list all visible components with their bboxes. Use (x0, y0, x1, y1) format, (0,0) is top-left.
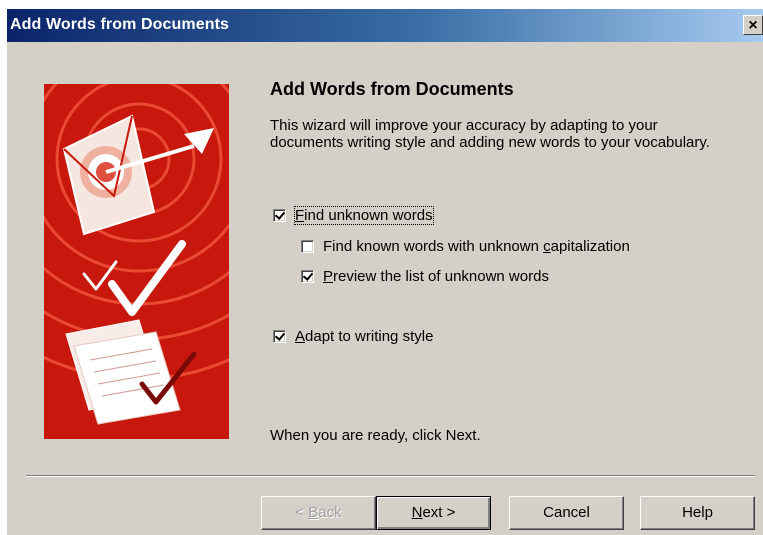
help-button[interactable]: Help (640, 496, 755, 530)
checkbox-label: Find known words with unknown capitaliza… (323, 238, 630, 255)
cancel-button[interactable]: Cancel (509, 496, 624, 530)
page-heading: Add Words from Documents (270, 79, 514, 99)
ready-instruction: When you are ready, click Next. (270, 427, 481, 444)
checkbox-box[interactable] (301, 270, 314, 283)
checkbox-label: Adapt to writing style (295, 328, 434, 345)
intro-text: This wizard will improve your accuracy b… (270, 117, 710, 151)
add-words-dialog: Add Words from Documents × Add Words fro… (7, 9, 763, 535)
back-button[interactable]: < Back (261, 496, 376, 530)
adapt-writing-style-checkbox[interactable]: Adapt to writing style (273, 328, 433, 345)
checkbox-box[interactable] (273, 330, 286, 343)
title-bar[interactable]: Add Words from Documents × (7, 9, 763, 42)
close-button[interactable]: × (743, 15, 763, 35)
next-button[interactable]: Next > (376, 496, 491, 530)
wizard-illustration (44, 84, 229, 439)
preview-unknown-words-checkbox[interactable]: Preview the list of unknown words (301, 268, 549, 285)
window-title: Add Words from Documents (10, 16, 230, 33)
checkbox-label: Find unknown words (294, 206, 434, 225)
checkbox-box[interactable] (273, 209, 286, 222)
button-separator (26, 475, 755, 477)
checkbox-box[interactable] (301, 240, 314, 253)
checkbox-label: Preview the list of unknown words (323, 268, 549, 285)
find-unknown-words-checkbox[interactable]: Find unknown words (273, 206, 434, 225)
find-known-words-capitalization-checkbox[interactable]: Find known words with unknown capitaliza… (301, 238, 630, 255)
